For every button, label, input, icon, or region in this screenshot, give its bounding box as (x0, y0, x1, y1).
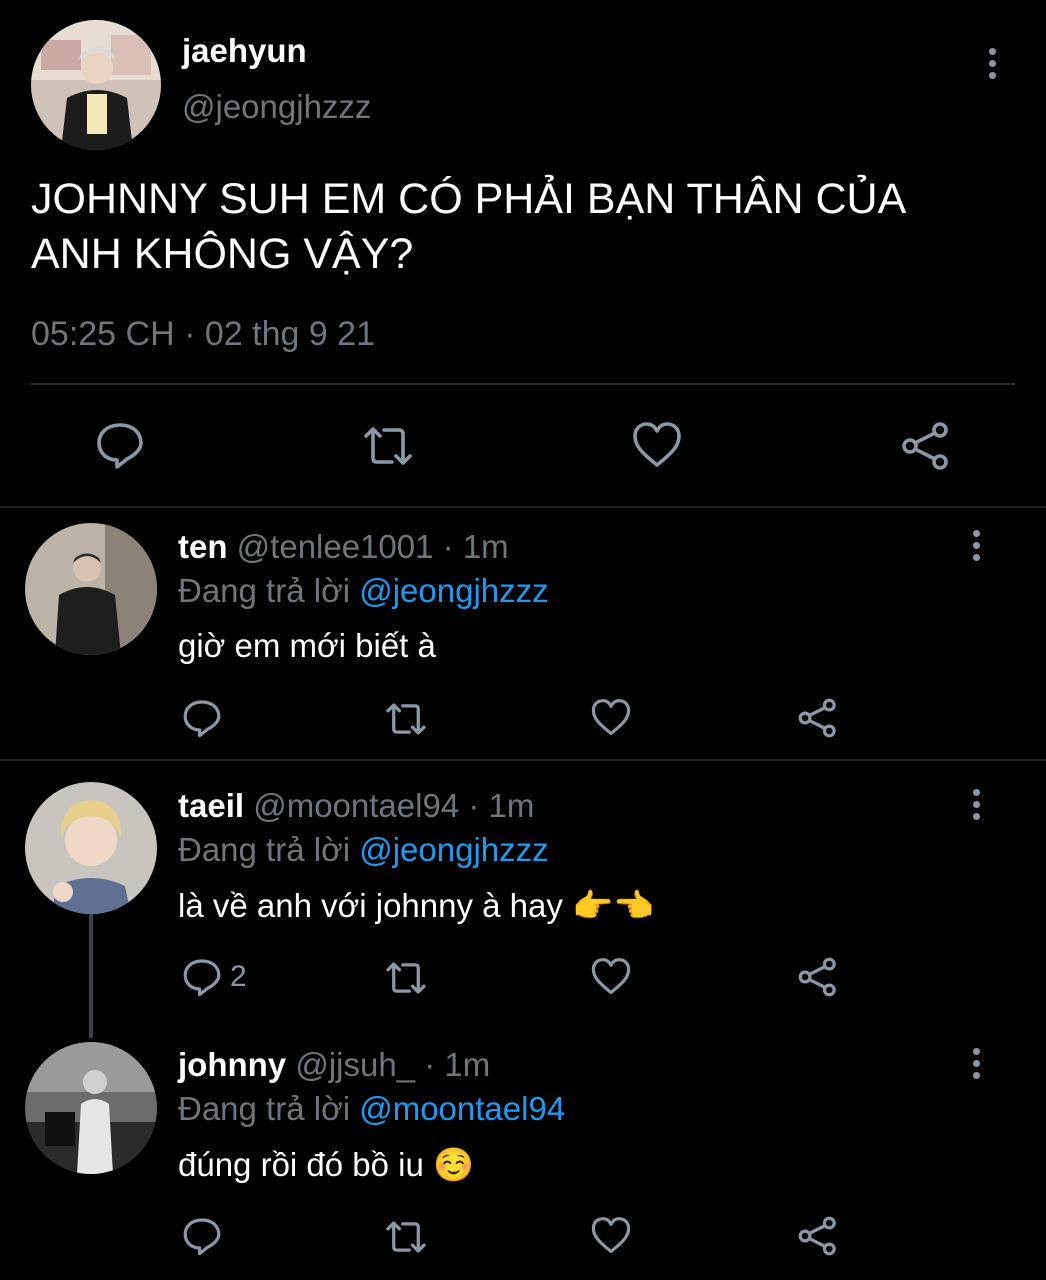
replying-to-prefix: Đang trả lời (178, 831, 351, 868)
replying-to-prefix: Đang trả lời (178, 1090, 351, 1127)
main-tweet-divider (31, 383, 1015, 385)
reply-1-header: ten @tenlee1001 · 1m (178, 528, 509, 566)
share-icon[interactable] (797, 956, 839, 998)
reply-2-replying-line: Đang trả lời @jeongjhzzz (178, 831, 549, 869)
more-options-icon[interactable] (986, 48, 998, 82)
reply-icon[interactable] (182, 1216, 222, 1256)
reply-3-display-name[interactable]: johnny (178, 1046, 286, 1083)
reply-count: 2 (230, 960, 247, 993)
reply-3-text-row: đúng rồi đó bồ iu ☺️ (178, 1145, 474, 1185)
section-divider (0, 506, 1046, 508)
more-options-icon[interactable] (970, 530, 982, 564)
reply-2-display-name[interactable]: taeil (178, 787, 244, 824)
retweet-icon[interactable] (383, 960, 429, 996)
reply-1-handle[interactable]: @tenlee1001 (237, 528, 434, 565)
reply-1-text: giờ em mới biết à (178, 627, 436, 664)
reply-2-time: · 1m (468, 787, 535, 824)
more-options-icon[interactable] (970, 789, 982, 823)
like-icon[interactable] (591, 957, 631, 996)
reply-3-time: · 1m (424, 1046, 491, 1083)
pointing-hands-emoji: 👉👈 (572, 886, 655, 925)
main-handle[interactable]: @jeongjhzzz (182, 88, 371, 126)
avatar-johnny[interactable] (25, 1042, 157, 1174)
reply-3-header: johnny @jjsuh_ · 1m (178, 1046, 490, 1084)
like-icon[interactable] (591, 1216, 631, 1255)
retweet-icon[interactable] (360, 424, 416, 468)
reply-1-replying-line: Đang trả lời @jeongjhzzz (178, 572, 549, 610)
reply-icon[interactable] (182, 957, 222, 997)
share-icon[interactable] (797, 697, 839, 739)
reply-icon[interactable] (95, 420, 145, 470)
retweet-icon[interactable] (383, 1219, 429, 1255)
reply-2-text: là về anh với johnny à hay (178, 887, 563, 924)
more-options-icon[interactable] (970, 1048, 982, 1082)
reply-1-display-name[interactable]: ten (178, 528, 228, 565)
main-tweet-text-line2: ANH KHÔNG VẬY? (31, 230, 414, 278)
like-icon[interactable] (632, 421, 682, 469)
reply-3-replying-line: Đang trả lời @moontael94 (178, 1090, 565, 1128)
main-tweet-text-line1: JOHNNY SUH EM CÓ PHẢI BẠN THÂN CỦA (31, 175, 907, 223)
smiling-face-emoji: ☺️ (433, 1145, 475, 1184)
replying-to-mention[interactable]: @jeongjhzzz (359, 831, 548, 868)
section-divider (0, 759, 1046, 761)
avatar-taeil[interactable] (25, 782, 157, 914)
main-tweet-timestamp[interactable]: 05:25 CH · 02 thg 9 21 (31, 315, 375, 354)
main-display-name[interactable]: jaehyun (182, 32, 307, 70)
share-icon[interactable] (900, 420, 952, 472)
replying-to-prefix: Đang trả lời (178, 572, 351, 609)
like-icon[interactable] (591, 698, 631, 737)
reply-1-time: · 1m (442, 528, 509, 565)
reply-3-text: đúng rồi đó bồ iu (178, 1146, 424, 1183)
reply-2-handle[interactable]: @moontael94 (253, 787, 459, 824)
share-icon[interactable] (797, 1215, 839, 1257)
reply-2-text-row: là về anh với johnny à hay 👉👈 (178, 886, 654, 926)
thread-line (89, 914, 93, 1038)
avatar-ten[interactable] (25, 523, 157, 655)
reply-3-handle[interactable]: @jjsuh_ (295, 1046, 415, 1083)
retweet-icon[interactable] (383, 701, 429, 737)
reply-2-header: taeil @moontael94 · 1m (178, 787, 534, 825)
reply-icon[interactable] (182, 698, 222, 738)
avatar-jaehyun[interactable] (31, 20, 161, 150)
replying-to-mention[interactable]: @moontael94 (359, 1090, 565, 1127)
replying-to-mention[interactable]: @jeongjhzzz (359, 572, 548, 609)
